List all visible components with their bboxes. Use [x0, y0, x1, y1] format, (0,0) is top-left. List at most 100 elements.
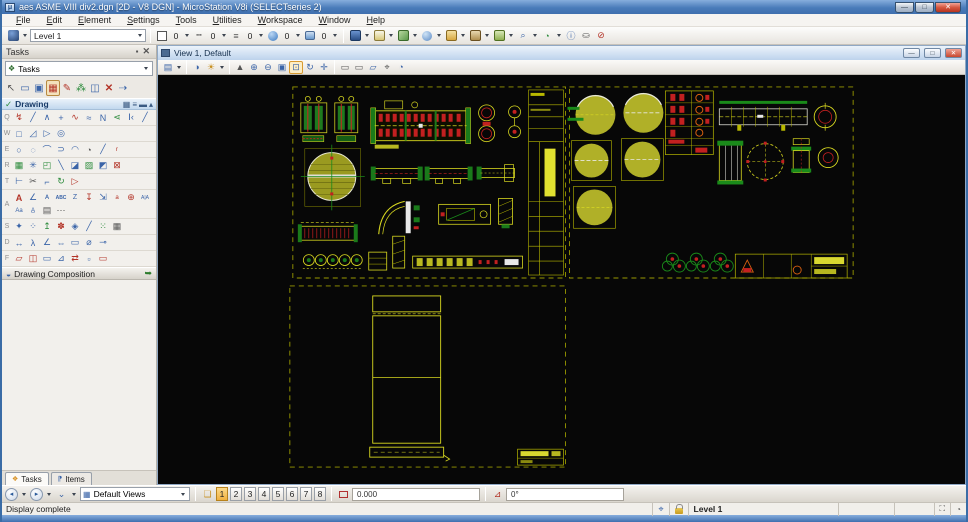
place-text-icon[interactable]: A	[12, 191, 26, 204]
task-tool-icon[interactable]: ▣	[32, 80, 46, 96]
tasks-combo[interactable]: ❖ Tasks	[5, 61, 153, 76]
hatch-area-icon[interactable]: ▦	[12, 159, 26, 172]
text-more-icon[interactable]: ⋯	[54, 204, 68, 217]
layout-list-icon[interactable]: ≡	[132, 100, 137, 109]
place-polygon-icon[interactable]: ▷	[40, 127, 54, 140]
delete-pattern-icon[interactable]: ⊠	[110, 159, 124, 172]
place-shape-icon[interactable]: ◿	[26, 127, 40, 140]
level-manager-icon[interactable]	[492, 29, 506, 42]
key-in-dropdown-icon[interactable]	[533, 34, 537, 37]
text-attr-icon[interactable]: ᵃ	[110, 191, 124, 204]
dimension-radial-icon[interactable]: ⊸	[96, 236, 110, 249]
active-element-template-icon[interactable]	[6, 29, 20, 42]
view-toggle-7[interactable]: 7	[300, 487, 312, 501]
place-arc-icon[interactable]: ⌒	[40, 143, 54, 156]
text-style-icon[interactable]: Aa	[12, 204, 26, 217]
layout-grid-icon[interactable]: ▦	[123, 100, 131, 109]
element-selection-icon[interactable]: ↖	[4, 80, 18, 96]
view-toggle-6[interactable]: 6	[286, 487, 298, 501]
locks-indicator[interactable]	[669, 503, 688, 516]
window-area-icon[interactable]: ▣	[275, 61, 289, 74]
drawing-canvas[interactable]	[158, 75, 965, 484]
view-toggle-1[interactable]: 1	[216, 487, 228, 501]
snap-mode-indicator[interactable]: ⌖	[652, 503, 668, 516]
key-in-icon[interactable]: ⌕	[516, 29, 530, 42]
minimize-button[interactable]: —	[895, 2, 914, 13]
menu-tools[interactable]: Tools	[168, 15, 205, 25]
view-toggles-icon[interactable]: ❏	[201, 488, 214, 500]
analyze-icon[interactable]: ◔	[540, 29, 554, 42]
dgn-file-status-icon[interactable]: ⛶	[934, 503, 951, 516]
define-cell-origin-icon[interactable]: ✽	[54, 220, 68, 233]
link-views-dropdown-icon[interactable]	[72, 493, 76, 496]
point-between-icon[interactable]: ⁙	[96, 220, 110, 233]
menu-utilities[interactable]: Utilities	[205, 15, 250, 25]
active-level-indicator[interactable]: Level 1	[688, 503, 838, 516]
cells-icon[interactable]	[468, 29, 482, 42]
break-element-icon[interactable]: ✂	[26, 175, 40, 188]
match-text-icon[interactable]: A|A	[138, 191, 152, 204]
expand-arrow-icon[interactable]: ➥	[144, 268, 152, 279]
view-pointer-icon[interactable]: ▲	[233, 61, 247, 74]
drawing-section-header[interactable]: ✓ Drawing ▦ ≡ ▬ ▴	[2, 98, 156, 110]
spell-check-icon[interactable]: ABC	[54, 191, 68, 204]
delete-element-icon[interactable]: ✕	[102, 80, 116, 96]
zoom-out-icon[interactable]: ⊖	[261, 61, 275, 74]
place-curve-icon[interactable]: ≈	[82, 111, 96, 124]
maximize-button[interactable]: □	[915, 2, 934, 13]
design-history-icon[interactable]: ◔	[950, 503, 966, 516]
close-button[interactable]: ✕	[935, 2, 961, 13]
line-extra-icon[interactable]: ╱	[138, 111, 152, 124]
drop-fence-icon[interactable]: ⇄	[68, 252, 82, 265]
link-views-icon[interactable]: ⌄	[55, 488, 68, 500]
line-style-dropdown-icon[interactable]	[222, 34, 226, 37]
task-tool-icon[interactable]: ▦	[46, 80, 60, 96]
change-case-icon[interactable]: Z	[68, 191, 82, 204]
change-pattern-icon[interactable]: ◩	[96, 159, 110, 172]
active-color-swatch[interactable]	[155, 29, 169, 42]
place-cell-matrix-icon[interactable]: ⁘	[26, 220, 40, 233]
references-dropdown-icon[interactable]	[389, 34, 393, 37]
saved-views-icon[interactable]	[444, 29, 458, 42]
active-level-combo[interactable]: Level 1	[30, 29, 146, 42]
cells-dropdown-icon[interactable]	[485, 34, 489, 37]
line-style-icon[interactable]: ┅	[192, 29, 206, 42]
view-toggle-2[interactable]: 2	[230, 487, 242, 501]
view-previous-button[interactable]: ◂	[5, 488, 18, 501]
place-multiline-icon[interactable]: ∧	[40, 111, 54, 124]
models-dropdown-icon[interactable]	[365, 34, 369, 37]
template-dropdown-icon[interactable]	[23, 34, 27, 37]
place-ellipse-icon[interactable]: ◌	[26, 143, 40, 156]
menu-settings[interactable]: Settings	[119, 15, 168, 25]
place-regular-polygon-icon[interactable]: ◎	[54, 127, 68, 140]
linear-pattern-icon[interactable]: ╲	[54, 159, 68, 172]
dimension-size-icon[interactable]: ▭	[68, 236, 82, 249]
place-block-icon[interactable]: □	[12, 127, 26, 140]
menu-window[interactable]: Window	[311, 15, 359, 25]
bspline-icon[interactable]: N	[96, 111, 110, 124]
tags-icon[interactable]: A̲	[26, 204, 40, 217]
arc-tangent-icon[interactable]: ╱	[96, 143, 110, 156]
view-toggle-8[interactable]: 8	[314, 487, 326, 501]
accusnap-toggle-icon[interactable]: ⊘	[594, 29, 608, 42]
view-previous-dropdown-icon[interactable]	[22, 493, 26, 496]
modify-arc-icon[interactable]: ◔	[82, 143, 96, 156]
view-toggle-3[interactable]: 3	[244, 487, 256, 501]
view-close-button[interactable]: ✕	[945, 48, 962, 58]
view-toggle-4[interactable]: 4	[258, 487, 270, 501]
view-minimize-button[interactable]: —	[903, 48, 920, 58]
analyze-dropdown-icon[interactable]	[557, 34, 561, 37]
element-information-icon[interactable]: ⓘ	[564, 29, 578, 42]
manipulate-fence-icon[interactable]: ▭	[40, 252, 54, 265]
view-attributes-dropdown-icon[interactable]	[177, 66, 181, 69]
fit-view-icon[interactable]: ⊡	[289, 61, 303, 74]
priority-dropdown-icon[interactable]	[333, 34, 337, 37]
construct-angle-icon[interactable]: ⋖	[110, 111, 124, 124]
task-tool-icon[interactable]: ⁂	[74, 80, 88, 96]
line-weight-icon[interactable]: ≡	[229, 29, 243, 42]
modify-fence-icon[interactable]: ⊿	[54, 252, 68, 265]
view-restore-button[interactable]: □	[924, 48, 941, 58]
place-line-icon[interactable]: ╱	[26, 111, 40, 124]
place-point-icon[interactable]: +	[54, 111, 68, 124]
level-manager-dropdown-icon[interactable]	[509, 34, 513, 37]
